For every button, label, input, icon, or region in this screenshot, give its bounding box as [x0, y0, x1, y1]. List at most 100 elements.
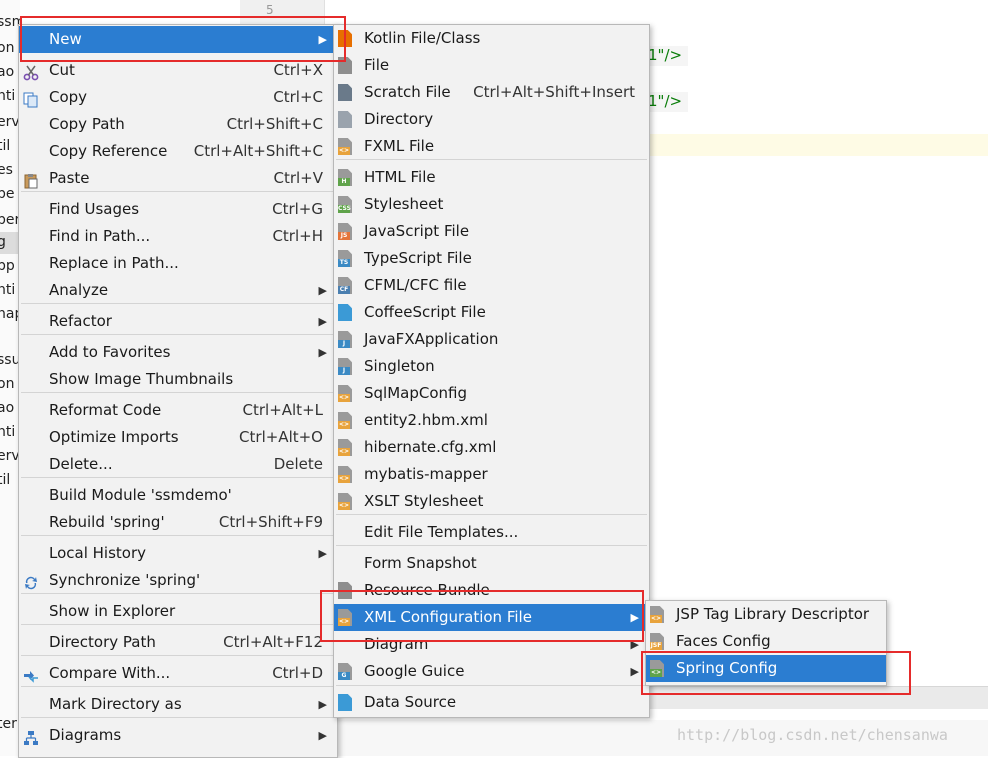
- menu-item-label: Delete...: [49, 455, 113, 473]
- new-item-kotlin-file-class[interactable]: Kotlin File/Class: [334, 25, 649, 52]
- file-type-icon: J: [338, 358, 352, 375]
- file-type-icon: <>: [338, 466, 352, 483]
- tree-item-fragment: on: [0, 376, 15, 392]
- new-item-scratch-file[interactable]: Scratch File Ctrl+Alt+Shift+Insert: [334, 79, 649, 106]
- new-item-file[interactable]: File: [334, 52, 649, 79]
- tree-item-fragment: es: [0, 162, 13, 178]
- annotation-box-new: [20, 16, 346, 62]
- tree-item-fragment: ter: [0, 716, 17, 732]
- shortcut-hint: Ctrl+G: [272, 200, 323, 218]
- new-item-stylesheet[interactable]: CSS Stylesheet: [334, 191, 649, 218]
- menu-item-show-in-explorer[interactable]: Show in Explorer: [19, 598, 337, 625]
- shortcut-hint: Ctrl+Shift+C: [226, 115, 323, 133]
- submenu-arrow-icon: ▶: [318, 315, 327, 328]
- menu-item-label: Find in Path...: [49, 227, 151, 245]
- new-item-cfml-cfc-file[interactable]: CF CFML/CFC file: [334, 272, 649, 299]
- menu-item-compare-with[interactable]: Compare With... Ctrl+D: [19, 660, 337, 687]
- new-item-typescript-file[interactable]: TS TypeScript File: [334, 245, 649, 272]
- diagram-icon: [23, 728, 39, 745]
- watermark: http://blog.csdn.net/chensanwa: [677, 726, 948, 744]
- menu-item-label: Show Image Thumbnails: [49, 370, 234, 388]
- menu-item-local-history[interactable]: Local History ▶: [19, 540, 337, 567]
- new-item-hibernate-cfg-xml[interactable]: <> hibernate.cfg.xml: [334, 434, 649, 461]
- file-type-icon: CF: [338, 277, 352, 294]
- shortcut-hint: Ctrl+H: [272, 227, 323, 245]
- menu-item-label: JavaFXApplication: [364, 330, 499, 348]
- new-item-form-snapshot[interactable]: Form Snapshot: [334, 550, 649, 577]
- menu-item-label: Form Snapshot: [364, 554, 477, 572]
- tree-item-fragment: ssmdemo: [0, 14, 20, 30]
- new-item-coffeescript-file[interactable]: CoffeeScript File: [334, 299, 649, 326]
- new-item-singleton[interactable]: J Singleton: [334, 353, 649, 380]
- new-item-javafxapplication[interactable]: J JavaFXApplication: [334, 326, 649, 353]
- menu-item-add-to-favorites[interactable]: Add to Favorites ▶: [19, 339, 337, 366]
- menu-item-label: Data Source: [364, 693, 457, 711]
- tree-item-fragment: per: [0, 212, 20, 228]
- shortcut-hint: Ctrl+Shift+F9: [218, 513, 323, 531]
- menu-item-show-image-thumbnails[interactable]: Show Image Thumbnails: [19, 366, 337, 393]
- menu-item-synchronize-spring[interactable]: Synchronize 'spring': [19, 567, 337, 594]
- xml-file-icon: JSF: [650, 633, 664, 650]
- menu-item-paste[interactable]: Paste Ctrl+V: [19, 165, 337, 192]
- new-item-mybatis-mapper[interactable]: <> mybatis-mapper: [334, 461, 649, 488]
- tree-item-fragment: til: [0, 138, 11, 154]
- menu-item-find-usages[interactable]: Find Usages Ctrl+G: [19, 196, 337, 223]
- menu-item-label: Diagrams: [49, 726, 122, 744]
- menu-item-label: FXML File: [364, 137, 435, 155]
- new-item-javascript-file[interactable]: JS JavaScript File: [334, 218, 649, 245]
- shortcut-hint: Ctrl+D: [272, 664, 323, 682]
- file-type-icon: CSS: [338, 196, 352, 213]
- new-item-html-file[interactable]: H HTML File: [334, 164, 649, 191]
- tree-item-fragment: ssu: [0, 352, 20, 368]
- menu-item-label: CFML/CFC file: [364, 276, 467, 294]
- new-item-sqlmapconfig[interactable]: <> SqlMapConfig: [334, 380, 649, 407]
- copy-icon: [23, 90, 39, 108]
- menu-item-replace-in-path[interactable]: Replace in Path...: [19, 250, 337, 277]
- new-item-directory[interactable]: Directory: [334, 106, 649, 133]
- menu-item-mark-directory-as[interactable]: Mark Directory as ▶: [19, 691, 337, 718]
- menu-item-label: Analyze: [49, 281, 109, 299]
- menu-item-label: Synchronize 'spring': [49, 571, 201, 589]
- tree-item-fragment: nti: [0, 282, 16, 298]
- caret-line-highlight: [648, 134, 988, 156]
- menu-item-label: Copy Reference: [49, 142, 168, 160]
- menu-item-refactor[interactable]: Refactor ▶: [19, 308, 337, 335]
- menu-item-label: File: [364, 56, 390, 74]
- new-item-entity2-hbm-xml[interactable]: <> entity2.hbm.xml: [334, 407, 649, 434]
- file-type-icon: [338, 304, 352, 321]
- menu-item-find-in-path[interactable]: Find in Path... Ctrl+H: [19, 223, 337, 250]
- menu-item-label: mybatis-mapper: [364, 465, 488, 483]
- file-type-icon: H: [338, 169, 352, 186]
- menu-item-copy-path[interactable]: Copy Path Ctrl+Shift+C: [19, 111, 337, 138]
- paste-icon: [23, 171, 39, 189]
- menu-item-diagrams[interactable]: Diagrams ▶: [19, 722, 337, 749]
- new-item-data-source[interactable]: Data Source: [334, 689, 649, 716]
- file-type-icon: TS: [338, 250, 352, 267]
- menu-item-label: Replace in Path...: [49, 254, 179, 272]
- submenu-arrow-icon: ▶: [318, 698, 327, 711]
- xml-item-jsp-tag-library-descriptor[interactable]: <> JSP Tag Library Descriptor: [646, 601, 886, 628]
- menu-item-copy[interactable]: Copy Ctrl+C: [19, 84, 337, 111]
- menu-item-label: Mark Directory as: [49, 695, 182, 713]
- new-item-edit-file-templates[interactable]: Edit File Templates...: [334, 519, 649, 546]
- new-item-xslt-stylesheet[interactable]: <> XSLT Stylesheet: [334, 488, 649, 515]
- menu-item-label: Directory: [364, 110, 434, 128]
- submenu-arrow-icon: ▶: [318, 346, 327, 359]
- menu-item-delete[interactable]: Delete... Delete: [19, 451, 337, 478]
- sync-icon: [23, 573, 39, 590]
- new-item-google-guice[interactable]: G Google Guice ▶: [334, 658, 649, 685]
- tree-item-fragment: nti: [0, 88, 16, 104]
- file-type-icon: [338, 111, 352, 128]
- menu-item-directory-path[interactable]: Directory Path Ctrl+Alt+F12: [19, 629, 337, 656]
- menu-item-optimize-imports[interactable]: Optimize Imports Ctrl+Alt+O: [19, 424, 337, 451]
- menu-item-copy-reference[interactable]: Copy Reference Ctrl+Alt+Shift+C: [19, 138, 337, 165]
- menu-item-analyze[interactable]: Analyze ▶: [19, 277, 337, 304]
- menu-item-reformat-code[interactable]: Reformat Code Ctrl+Alt+L: [19, 397, 337, 424]
- menu-item-build-module-ssmdemo[interactable]: Build Module 'ssmdemo': [19, 482, 337, 509]
- annotation-box-xml-config: [320, 590, 644, 642]
- menu-item-label: Find Usages: [49, 200, 140, 218]
- new-item-fxml-file[interactable]: <> FXML File: [334, 133, 649, 160]
- menu-item-label: Singleton: [364, 357, 435, 375]
- menu-item-rebuild-spring[interactable]: Rebuild 'spring' Ctrl+Shift+F9: [19, 509, 337, 536]
- menu-item-label: JavaScript File: [364, 222, 470, 240]
